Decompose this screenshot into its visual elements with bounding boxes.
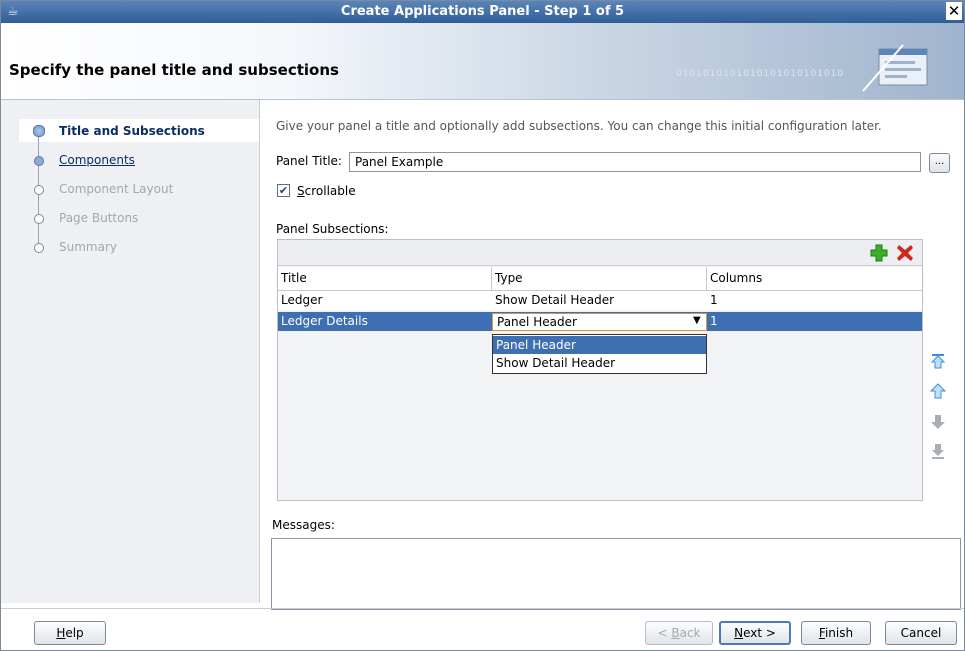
type-combobox[interactable]: Panel Header ▼: [492, 313, 707, 331]
column-separator: [706, 267, 707, 290]
close-icon[interactable]: ✕: [946, 2, 962, 20]
browse-ellipsis-button[interactable]: ...: [929, 153, 950, 173]
nav-item-title-and-subsections[interactable]: Title and Subsections: [59, 124, 205, 138]
step-marker-icon: [34, 214, 44, 224]
wizard-dialog: ☕ Create Applications Panel - Step 1 of …: [0, 0, 965, 651]
column-header-columns[interactable]: Columns: [710, 271, 762, 285]
move-bottom-icon: [932, 444, 944, 459]
next-button[interactable]: Next >: [719, 621, 791, 645]
cancel-button[interactable]: Cancel: [885, 621, 957, 645]
step-marker-icon: [34, 156, 44, 166]
scrollable-checkbox[interactable]: ✔: [277, 184, 290, 197]
step-current-marker-icon: [33, 125, 45, 137]
column-header-title[interactable]: Title: [281, 271, 307, 285]
header-binary-decoration: 0101010101010101010101010: [676, 69, 845, 79]
row-columns-cell[interactable]: 1: [710, 314, 718, 328]
window-title: Create Applications Panel - Step 1 of 5: [340, 4, 625, 19]
step-description: Give your panel a title and optionally a…: [276, 119, 882, 133]
dropdown-option[interactable]: Show Detail Header: [493, 354, 706, 372]
move-top-icon[interactable]: [930, 353, 946, 369]
wizard-window-graphic-icon: [862, 44, 928, 92]
footer-divider: [1, 608, 964, 609]
column-separator: [491, 267, 492, 290]
nav-item-summary: Summary: [59, 240, 117, 254]
nav-item-page-buttons: Page Buttons: [59, 211, 139, 225]
step-marker-icon: [34, 243, 44, 253]
move-down-icon: [931, 415, 945, 429]
title-bar[interactable]: ☕ Create Applications Panel - Step 1 of …: [1, 1, 964, 23]
table-header-row: Title Type Columns: [278, 267, 922, 291]
wizard-header: Specify the panel title and subsections …: [1, 23, 964, 100]
delete-row-icon[interactable]: [896, 244, 914, 262]
move-up-icon[interactable]: [930, 383, 946, 399]
table-row[interactable]: Ledger Show Detail Header 1: [278, 291, 922, 310]
subsections-label: Panel Subsections:: [276, 222, 389, 236]
step-marker-icon: [34, 185, 44, 195]
finish-button[interactable]: Finish: [801, 621, 871, 645]
nav-item-components[interactable]: Components: [59, 153, 135, 167]
subsections-table: Title Type Columns Ledger Show Detail He…: [277, 239, 923, 501]
row-type-cell[interactable]: Show Detail Header: [495, 293, 614, 307]
row-columns-cell[interactable]: 1: [710, 293, 718, 307]
panel-title-input[interactable]: [349, 152, 921, 172]
add-row-icon[interactable]: [870, 244, 888, 262]
messages-label: Messages:: [272, 518, 335, 532]
page-heading: Specify the panel title and subsections: [9, 61, 339, 79]
back-button: < Back: [645, 621, 713, 645]
messages-box[interactable]: [271, 538, 961, 610]
type-dropdown-list: Panel Header Show Detail Header: [492, 334, 707, 374]
panel-title-label: Panel Title:: [276, 154, 342, 168]
table-toolbar: [278, 240, 922, 266]
type-combobox-value: Panel Header: [497, 315, 577, 329]
wizard-steps-nav: Title and Subsections Components Compone…: [1, 100, 260, 603]
chevron-down-icon[interactable]: ▼: [693, 315, 701, 326]
scrollable-label[interactable]: Scrollable: [297, 184, 356, 198]
table-row-selected[interactable]: Ledger Details Panel Header ▼ 1: [278, 312, 922, 331]
nav-item-component-layout: Component Layout: [59, 182, 174, 196]
row-title-cell[interactable]: Ledger: [281, 293, 322, 307]
dropdown-option[interactable]: Panel Header: [493, 336, 706, 354]
column-header-type[interactable]: Type: [495, 271, 523, 285]
help-button[interactable]: Help: [34, 621, 106, 645]
row-title-cell[interactable]: Ledger Details: [281, 314, 368, 328]
